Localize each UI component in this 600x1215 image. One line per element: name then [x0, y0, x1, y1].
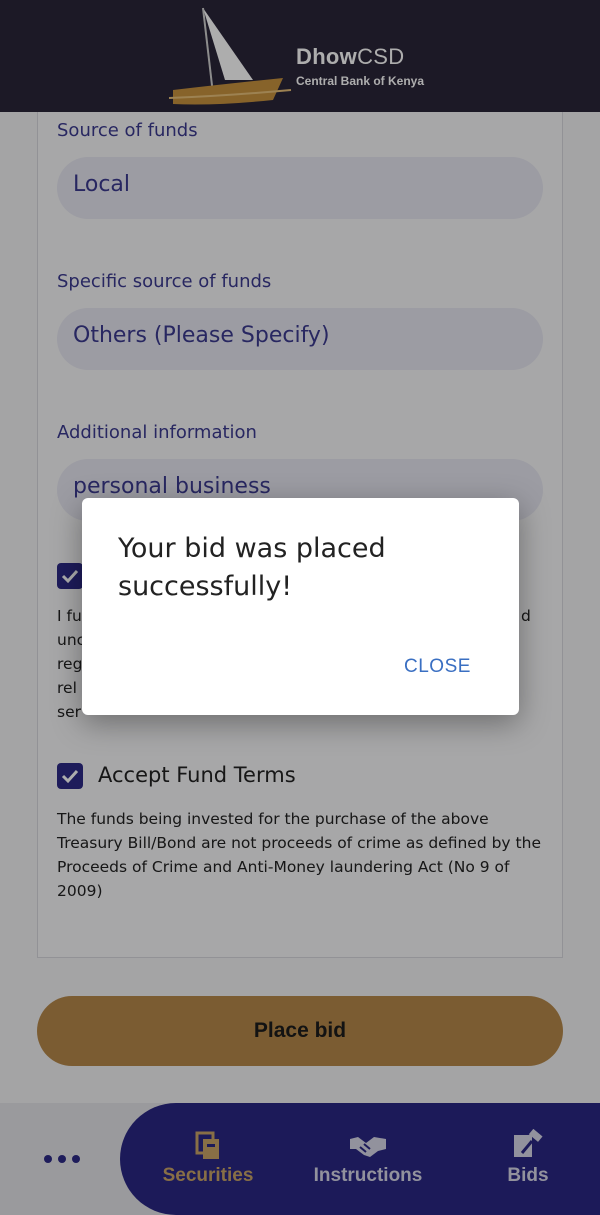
- success-dialog: Your bid was placed successfully! CLOSE: [82, 498, 519, 715]
- dialog-message: Your bid was placed successfully!: [118, 533, 386, 602]
- close-button[interactable]: CLOSE: [404, 656, 471, 678]
